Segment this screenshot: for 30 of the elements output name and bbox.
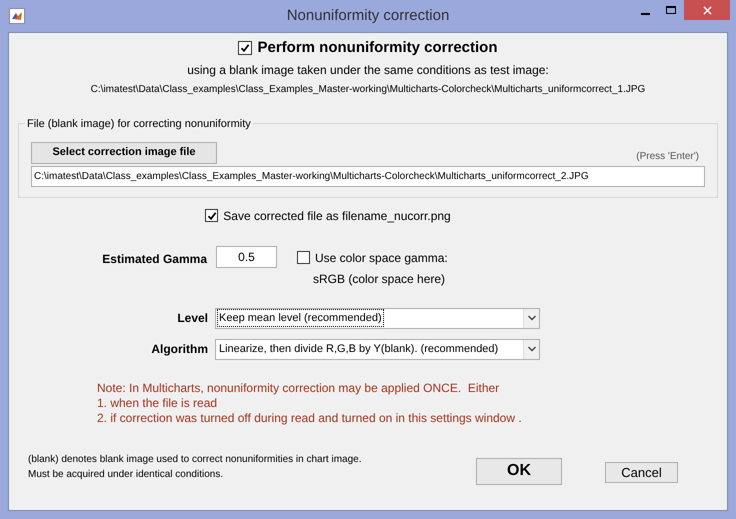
ok-button[interactable]: OK bbox=[476, 458, 562, 484]
note-line: Note: In Multicharts, nonuniformity correction may be applied ONCE. Either bbox=[97, 380, 500, 396]
test-image-path: C:\imatest\Data\Class_examples\Class_Examples_Master-working\Multicharts-Colorcheck\Multicharts_uniformcorrect_1.JPG bbox=[90, 82, 646, 96]
dropdown[interactable]: Keep mean level (recommended) bbox=[215, 308, 540, 328]
hint-text: (Press 'Enter') bbox=[636, 150, 699, 164]
color-space-note: sRGB (color space here) bbox=[313, 270, 446, 288]
gamma-field[interactable]: 0.5 bbox=[216, 246, 277, 268]
file-path-field[interactable]: C:\imatest\Data\Class_examples\Class_Examples_Master-working\Multicharts-Colorcheck\Multicharts_uniformcorrect_2.JPG bbox=[31, 166, 705, 186]
dropdown-value: Keep mean level (recommended) bbox=[218, 310, 383, 326]
subtitle: using a blank image taken under the same conditions as test image: bbox=[186, 62, 550, 78]
cancel-button[interactable]: Cancel bbox=[605, 462, 678, 482]
dropdown-value: Linearize, then divide R,G,B by Y(blank). (recommended) bbox=[218, 342, 500, 357]
color-space-option-label: Use color space gamma: bbox=[315, 250, 448, 266]
footnote-line: (blank) denotes blank image used to correct nonuniformities in chart image. bbox=[28, 452, 363, 466]
select-file-button[interactable]: Select correction image file bbox=[31, 142, 217, 164]
dropdown-label: Algorithm bbox=[150, 341, 208, 358]
gamma-label: Estimated Gamma bbox=[101, 250, 207, 268]
note-line: 1. when the file is read bbox=[97, 396, 218, 410]
close-icon[interactable] bbox=[684, 0, 730, 20]
header-option-label: Perform nonuniformity correction bbox=[257, 38, 498, 58]
note-line: 2. if correction was turned off during read and turned on in this settings window . bbox=[97, 410, 523, 426]
checkbox[interactable] bbox=[238, 41, 252, 56]
dropdown-label: Level bbox=[176, 310, 208, 327]
footnote-line: Must be acquired under identical conditions. bbox=[28, 468, 224, 482]
checkbox[interactable] bbox=[205, 209, 218, 222]
checkbox[interactable] bbox=[297, 251, 310, 264]
save-option-label: Save corrected file as filename_nucorr.png bbox=[223, 208, 451, 224]
app-icon bbox=[9, 8, 25, 24]
dropdown[interactable]: Linearize, then divide R,G,B by Y(blank). (recommended) bbox=[215, 338, 540, 360]
window-title: Nonuniformity correction bbox=[286, 6, 450, 26]
